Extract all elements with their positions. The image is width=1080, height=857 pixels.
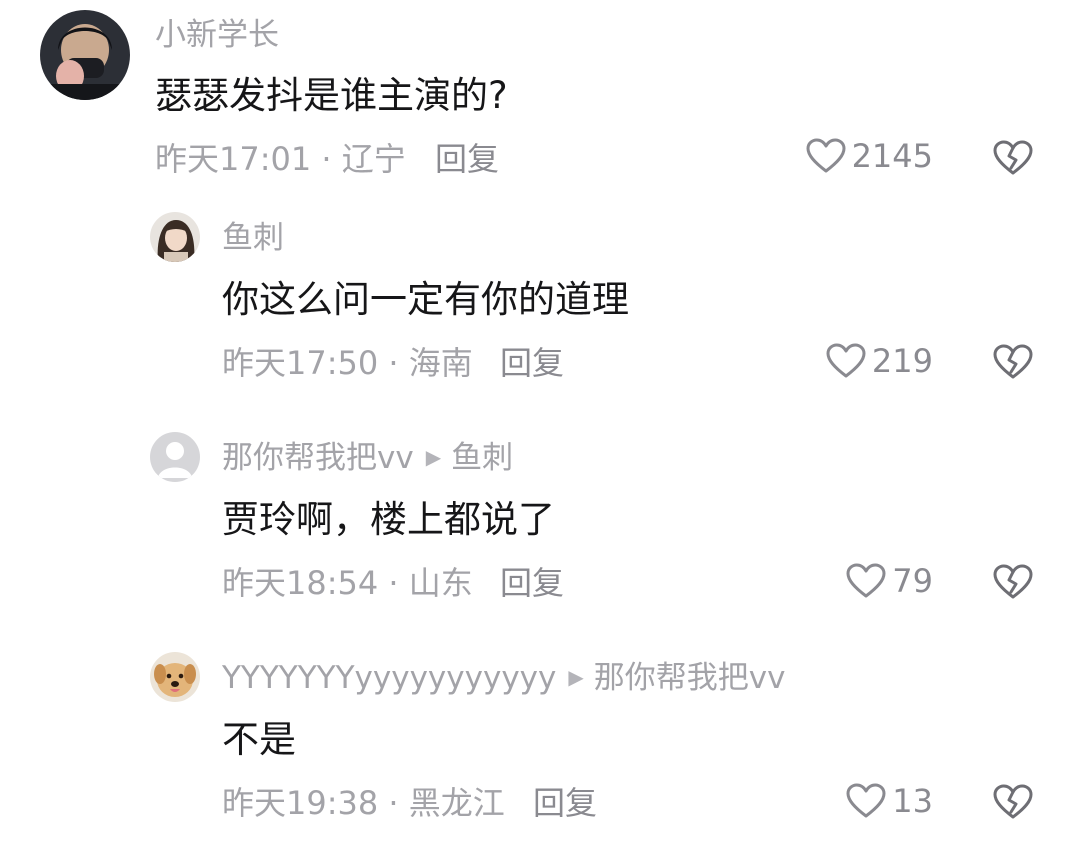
- like-button[interactable]: 13: [846, 783, 933, 819]
- like-count: 2145: [851, 137, 933, 175]
- comment-text: 不是: [222, 718, 296, 761]
- meta-separator: ·: [321, 140, 332, 178]
- comment-username[interactable]: 鱼刺: [222, 223, 284, 254]
- reply-button[interactable]: 回复: [500, 347, 564, 379]
- like-button[interactable]: 2145: [806, 138, 933, 174]
- heart-outline-icon: [806, 138, 846, 174]
- avatar[interactable]: [40, 10, 130, 100]
- reply-author[interactable]: 那你帮我把vv: [222, 440, 414, 476]
- reply-author[interactable]: YYYYYYYyyyyyyyyyyy: [222, 660, 556, 696]
- comment-time: 昨天17:01: [155, 140, 312, 178]
- heart-outline-icon: [846, 783, 886, 819]
- meta-separator: ·: [388, 784, 399, 822]
- comment-time: 昨天18:54: [222, 564, 379, 602]
- avatar[interactable]: [150, 212, 200, 262]
- reply-button[interactable]: 回复: [533, 787, 597, 819]
- comment-time: 昨天17:50: [222, 344, 379, 382]
- comment-meta: 昨天17:01 · 辽宁: [155, 143, 406, 175]
- comment-location: 辽宁: [341, 140, 406, 178]
- heart-outline-icon: [826, 343, 866, 379]
- reply-button[interactable]: 回复: [435, 143, 499, 175]
- comment-location: 山东: [408, 564, 473, 602]
- like-count: 13: [892, 782, 933, 820]
- comment-location: 黑龙江: [408, 784, 505, 822]
- like-count: 219: [871, 342, 933, 380]
- meta-separator: ·: [388, 344, 399, 382]
- comment-meta: 昨天17:50 · 海南: [222, 347, 473, 379]
- avatar[interactable]: [150, 432, 200, 482]
- comment-text: 贾玲啊，楼上都说了: [222, 498, 555, 541]
- broken-heart-icon[interactable]: [993, 564, 1033, 600]
- heart-outline-icon: [846, 563, 886, 599]
- broken-heart-icon[interactable]: [993, 784, 1033, 820]
- broken-heart-icon[interactable]: [993, 140, 1033, 176]
- reply-target[interactable]: 那你帮我把vv: [594, 660, 786, 696]
- like-count: 79: [892, 562, 933, 600]
- avatar[interactable]: [150, 652, 200, 702]
- broken-heart-icon[interactable]: [993, 344, 1033, 380]
- play-arrow-icon: ▶: [425, 445, 442, 469]
- comment-time: 昨天19:38: [222, 784, 379, 822]
- meta-separator: ·: [388, 564, 399, 602]
- reply-target[interactable]: 鱼刺: [451, 440, 513, 476]
- like-button[interactable]: 219: [826, 343, 933, 379]
- play-arrow-icon: ▶: [568, 665, 584, 689]
- reply-button[interactable]: 回复: [500, 567, 564, 599]
- comment-username: 那你帮我把vv ▶ 鱼刺: [222, 443, 513, 474]
- comment-text: 你这么问一定有你的道理: [222, 278, 629, 321]
- comment-username: YYYYYYYyyyyyyyyyyy ▶ 那你帮我把vv: [222, 663, 785, 694]
- like-button[interactable]: 79: [846, 563, 933, 599]
- comment-location: 海南: [408, 344, 473, 382]
- comment-meta: 昨天18:54 · 山东: [222, 567, 473, 599]
- comment-username[interactable]: 小新学长: [155, 20, 279, 51]
- comment-meta: 昨天19:38 · 黑龙江: [222, 787, 505, 819]
- comment-text: 瑟瑟发抖是谁主演的?: [155, 74, 508, 117]
